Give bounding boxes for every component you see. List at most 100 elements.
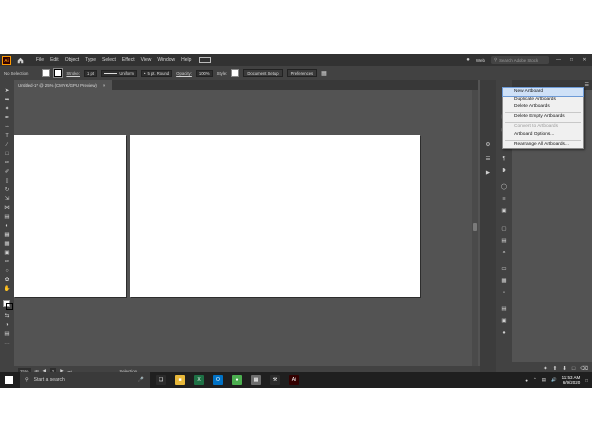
gradient-tool-icon[interactable]: ▣ [3,250,11,257]
drawing-modes-icon[interactable]: ◑ [3,322,11,329]
libraries-icon[interactable]: ▫ [500,290,508,296]
paintbrush-tool-icon[interactable]: ✑ [3,160,11,167]
panel-menu-icon[interactable]: ☰ [585,82,589,88]
lightbulb-icon[interactable]: ● [466,57,470,63]
microphone-icon[interactable]: 🎤 [138,377,144,383]
notifications-icon[interactable]: □ [585,378,588,383]
paragraph-icon[interactable]: ¶ [500,156,508,162]
brushes-icon[interactable]: ● [500,330,508,336]
direct-selection-tool-icon[interactable]: ➥ [3,97,11,104]
artboards-panel-icon[interactable]: ▭ [500,266,508,272]
graphic-styles-icon[interactable]: ▣ [500,318,508,324]
vertical-scrollbar[interactable] [472,90,478,368]
gradient-panel-icon[interactable]: ▣ [500,208,508,214]
artboard-1[interactable] [14,135,126,297]
type-tool-icon[interactable]: T [3,133,11,140]
swap-fill-stroke-icon[interactable]: ⇆ [3,313,11,320]
menu-item-new-artboard[interactable]: New Artboard [502,87,584,97]
windows-start-icon[interactable] [5,376,13,384]
mesh-tool-icon[interactable]: ▩ [3,241,11,248]
magic-wand-tool-icon[interactable]: ✦ [3,106,11,113]
transform-icon[interactable]: ▢ [500,226,508,232]
free-transform-tool-icon[interactable]: ▤ [3,214,11,221]
brush-dropdown[interactable]: • 5 pt. Round [141,69,173,77]
stock-search-field[interactable]: ⚲ Search Adobe Stock [491,56,549,64]
opentype-icon[interactable]: ❥ [500,168,508,174]
hand-tool-icon[interactable]: ✋ [3,286,11,293]
preferences-button[interactable]: Preferences [286,69,318,77]
workspace-switcher[interactable]: Web [476,58,485,63]
maximize-button[interactable]: □ [568,57,575,63]
play-action-icon[interactable]: ▶ [484,170,492,176]
line-tool-icon[interactable]: ∕ [3,142,11,149]
arrange-documents-icon[interactable] [199,57,212,63]
menu-type[interactable]: Type [85,57,96,63]
graphic-style-swatch[interactable] [231,69,240,77]
taskbar-app-chrome[interactable]: ● [232,375,242,385]
menu-edit[interactable]: Edit [50,57,59,63]
taskbar-search[interactable]: ⚲ Start a search 🎤 [20,372,150,388]
scale-tool-icon[interactable]: ⇲ [3,196,11,203]
menu-effect[interactable]: Effect [122,57,135,63]
home-icon[interactable] [16,56,24,64]
stroke-profile-dropdown[interactable]: Uniform [101,69,137,77]
blend-tool-icon[interactable]: ○ [3,268,11,275]
pathfinder-icon[interactable]: ◓ [500,250,508,256]
menu-file[interactable]: File [36,57,44,63]
stroke-color-swatch[interactable] [6,303,13,310]
taskbar-app-task-view[interactable]: ❑ [156,375,166,385]
symbol-sprayer-tool-icon[interactable]: ✿ [3,277,11,284]
menu-select[interactable]: Select [102,57,116,63]
minimize-button[interactable]: — [555,57,562,63]
shaper-tool-icon[interactable]: ✐ [3,169,11,176]
screen-mode-icon[interactable]: ▤ [3,331,11,338]
align-options-icon[interactable]: ▦ [321,70,327,77]
appearance-icon[interactable]: ▤ [500,306,508,312]
align-icon[interactable]: ▤ [500,238,508,244]
stroke-label[interactable]: Stroke: [66,71,80,76]
layers-icon[interactable]: ☰ [484,156,492,162]
more-tools-icon[interactable]: ⋯ [3,342,11,349]
taskbar-app-calculator[interactable]: ▦ [251,375,261,385]
menu-view[interactable]: View [141,57,152,63]
document-setup-button[interactable]: Document Setup [243,69,283,77]
asset-export-icon[interactable]: ▩ [500,278,508,284]
vertical-scroll-thumb[interactable] [473,223,477,231]
stroke-weight-field[interactable]: 1 pt [84,69,97,77]
people-icon[interactable]: ● [525,378,528,383]
taskbar-app-tools[interactable]: ⚒ [270,375,280,385]
opacity-label[interactable]: Opacity: [176,71,192,76]
shape-builder-tool-icon[interactable]: ◐ [3,223,11,230]
links-icon[interactable]: ◯ [500,184,508,190]
rotate-tool-icon[interactable]: ↻ [3,187,11,194]
stroke-swatch[interactable] [53,68,64,78]
rectangle-tool-icon[interactable]: □ [3,151,11,158]
menu-item-delete-empty-artboards[interactable]: Delete Empty Artboards [503,113,583,121]
taskbar-app-excel[interactable]: X [194,375,204,385]
eyedropper-tool-icon[interactable]: ✑ [3,259,11,266]
pen-tool-icon[interactable]: ✒ [3,115,11,122]
taskbar-app-outlook[interactable]: O [213,375,223,385]
close-window-button[interactable]: ✕ [581,57,588,63]
document-tab[interactable]: Untitled-1* @ 25% (CMYK/GPU Preview) × [14,80,112,90]
close-tab-icon[interactable]: × [103,83,106,88]
taskbar-app-illustrator[interactable]: Ai [289,375,299,385]
selection-tool-icon[interactable]: ➤ [3,88,11,95]
network-icon[interactable]: ▤ [542,377,546,383]
taskbar-app-file-explorer[interactable]: ■ [175,375,185,385]
width-tool-icon[interactable]: ⋈ [3,205,11,212]
artboard-2[interactable] [130,135,420,297]
taskbar-clock[interactable]: 11:53 AM 6/9/2020 [562,375,581,386]
canvas[interactable] [14,90,478,376]
opacity-field[interactable]: 100% [195,69,213,77]
properties-icon[interactable]: ⚙ [484,142,492,148]
curvature-tool-icon[interactable]: ∽ [3,124,11,131]
eraser-tool-icon[interactable]: ▯ [3,178,11,185]
menu-window[interactable]: Window [157,57,175,63]
perspective-grid-tool-icon[interactable]: ▦ [3,232,11,239]
fill-swatch[interactable] [42,69,51,77]
menu-item-delete-artboards[interactable]: Delete Artboards [503,103,583,111]
show-hidden-icons[interactable]: ⌃ [533,377,537,383]
menu-item-artboard-options[interactable]: Artboard Options... [503,131,583,139]
menu-help[interactable]: Help [181,57,191,63]
